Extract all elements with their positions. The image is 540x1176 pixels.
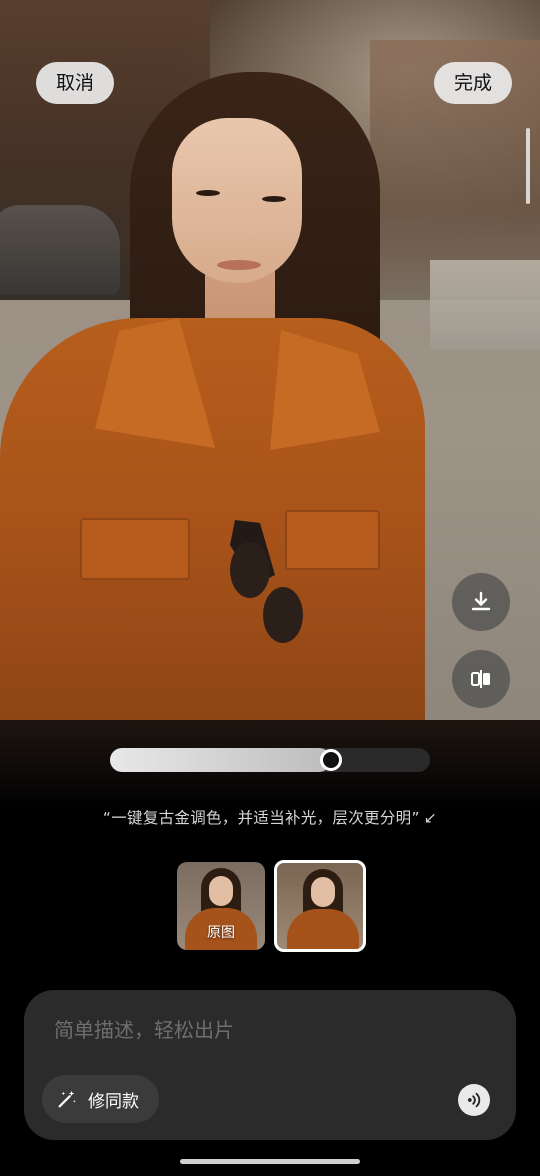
voice-icon — [468, 1092, 481, 1108]
prompt-suggestion-text: “一键复古金调色，并适当补光，层次更分明” — [102, 809, 420, 827]
prompt-input-box[interactable]: 简单描述，轻松出片 修同款 — [24, 990, 516, 1140]
cancel-button[interactable]: 取消 — [36, 62, 114, 104]
copy-style-button[interactable]: 修同款 — [42, 1075, 159, 1123]
thumbnail-label: 原图 — [207, 925, 235, 941]
scroll-indicator — [526, 128, 530, 204]
person-eye-left — [196, 190, 220, 196]
download-button[interactable] — [452, 573, 510, 631]
download-icon — [471, 591, 491, 611]
thumbnail-face — [209, 876, 233, 906]
compare-button[interactable] — [452, 650, 510, 708]
shirt-pocket-left — [80, 518, 190, 580]
person-eye-right — [262, 196, 286, 202]
thumbnail-face — [311, 877, 335, 907]
thumbnail-edited[interactable] — [274, 860, 366, 952]
voice-input-button[interactable] — [458, 1084, 490, 1116]
prompt-suggestion[interactable]: “一键复古金调色，并适当补光，层次更分明” ↙ — [0, 806, 540, 828]
copy-style-label: 修同款 — [88, 1091, 139, 1112]
background-planter — [430, 260, 540, 350]
done-button[interactable]: 完成 — [434, 62, 512, 104]
intensity-slider[interactable] — [110, 748, 430, 772]
thumbnail-shirt — [287, 909, 359, 949]
slider-handle[interactable] — [319, 749, 342, 771]
sunglasses — [230, 520, 303, 643]
thumbnail-original[interactable]: 原图 — [177, 862, 265, 950]
slider-fill — [110, 748, 331, 772]
compare-icon — [471, 670, 490, 688]
background-car — [0, 205, 120, 295]
home-indicator — [180, 1159, 360, 1164]
prompt-input-placeholder: 简单描述，轻松出片 — [54, 1018, 234, 1042]
person-mouth — [217, 260, 261, 270]
magic-wand-icon — [58, 1090, 76, 1108]
arrow-down-left-icon: ↙ — [423, 809, 438, 827]
